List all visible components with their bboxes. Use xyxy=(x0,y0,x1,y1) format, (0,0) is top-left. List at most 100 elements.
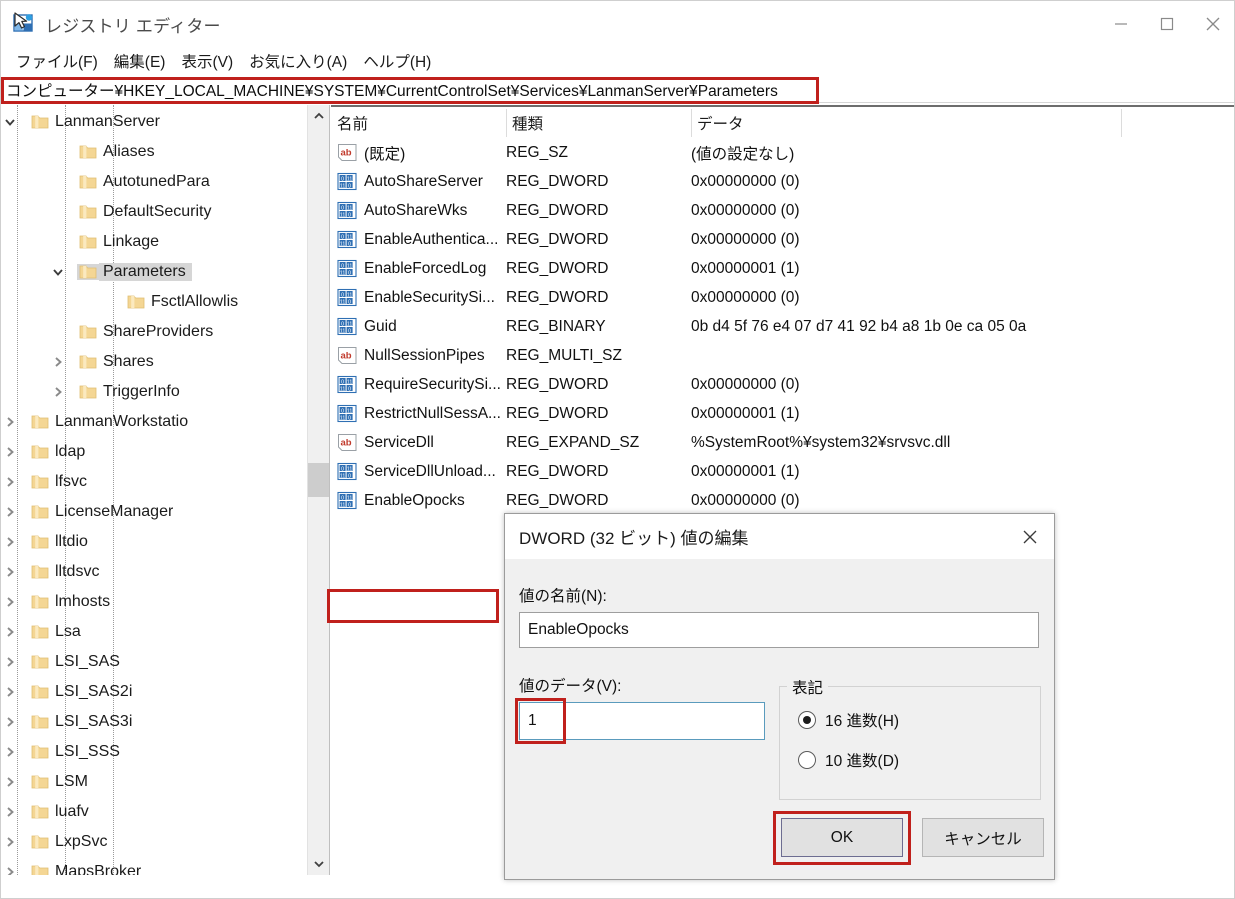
tree-node-defaultsecurity[interactable]: DefaultSecurity xyxy=(1,197,301,227)
cell-data: 0x00000000 (0) xyxy=(691,230,800,248)
chevron-right-icon[interactable] xyxy=(1,677,19,707)
tree-node-lsi_sas2i[interactable]: LSI_SAS2i xyxy=(1,677,301,707)
string-value-icon: ab xyxy=(337,143,358,162)
table-row[interactable]: 0 11 11 0 RequireSecuritySi... REG_DWORD 0x000… xyxy=(331,370,1234,399)
tree-node-lltdsvc[interactable]: lltdsvc xyxy=(1,557,301,587)
column-header-name[interactable]: 名前 xyxy=(331,107,506,139)
tree-node-shares[interactable]: Shares xyxy=(1,347,301,377)
menu-help[interactable]: ヘルプ(H) xyxy=(356,48,438,74)
table-row[interactable]: ab ServiceDll REG_EXPAND_SZ %SystemRoot%¥sy… xyxy=(331,428,1234,457)
table-row[interactable]: 0 11 11 0 EnableAuthentica... REG_DWORD 0x0000… xyxy=(331,225,1234,254)
svg-text:0: 0 xyxy=(348,270,351,276)
table-row[interactable]: 0 11 11 0 EnableOpocks REG_DWORD 0x00000000 (0… xyxy=(331,486,1234,515)
tree-node-label: Lsa xyxy=(55,623,81,640)
tree-node-lsi_sss[interactable]: LSI_SSS xyxy=(1,737,301,767)
value-data-input[interactable]: 1 xyxy=(519,702,765,740)
cancel-button[interactable]: キャンセル xyxy=(922,818,1044,857)
svg-text:0: 0 xyxy=(341,321,344,327)
menu-file[interactable]: ファイル(F) xyxy=(9,48,105,74)
chevron-right-icon[interactable] xyxy=(49,377,67,407)
close-button[interactable] xyxy=(1190,1,1234,46)
svg-text:11: 11 xyxy=(340,212,345,218)
minimize-button[interactable] xyxy=(1098,1,1144,46)
chevron-right-icon[interactable] xyxy=(1,437,19,467)
column-header-data[interactable]: データ xyxy=(691,107,1121,139)
menu-favorites[interactable]: お気に入り(A) xyxy=(242,48,354,74)
tree-node-lsi_sas[interactable]: LSI_SAS xyxy=(1,647,301,677)
svg-text:0: 0 xyxy=(348,328,351,334)
chevron-down-icon[interactable] xyxy=(308,853,329,875)
chevron-right-icon[interactable] xyxy=(1,497,19,527)
chevron-right-icon[interactable] xyxy=(1,527,19,557)
chevron-right-icon[interactable] xyxy=(1,857,19,875)
tree-node-linkage[interactable]: Linkage xyxy=(1,227,301,257)
chevron-right-icon[interactable] xyxy=(1,767,19,797)
table-row[interactable]: 0 11 11 0 AutoShareWks REG_DWORD 0x00000000 (0… xyxy=(331,196,1234,225)
table-row[interactable]: 0 11 11 0 EnableForcedLog REG_DWORD 0x00000001… xyxy=(331,254,1234,283)
maximize-button[interactable] xyxy=(1144,1,1190,46)
scrollbar-thumb[interactable] xyxy=(308,463,329,497)
tree-node-label: lfsvc xyxy=(55,473,87,490)
value-name-input[interactable]: EnableOpocks xyxy=(519,612,1039,648)
tree-node-mapsbroker[interactable]: MapsBroker xyxy=(1,857,301,875)
tree-node-licensemanager[interactable]: LicenseManager xyxy=(1,497,301,527)
window-controls xyxy=(1098,1,1234,46)
chevron-down-icon[interactable] xyxy=(49,257,67,287)
cell-data: %SystemRoot%¥system32¥srvsvc.dll xyxy=(691,433,951,451)
chevron-right-icon[interactable] xyxy=(1,467,19,497)
column-divider[interactable] xyxy=(1121,109,1122,137)
table-row[interactable]: ab (既定) REG_SZ (値の設定なし) xyxy=(331,138,1234,167)
value-name: NullSessionPipes xyxy=(364,346,485,364)
tree-node-label: ShareProviders xyxy=(103,323,214,340)
chevron-right-icon[interactable] xyxy=(1,797,19,827)
cell-type: REG_EXPAND_SZ xyxy=(506,433,640,451)
address-bar[interactable]: コンピューター¥HKEY_LOCAL_MACHINE¥SYSTEM¥Curren… xyxy=(1,77,1234,103)
tree-node-autotunedpara[interactable]: AutotunedPara xyxy=(1,167,301,197)
tree-vertical-scrollbar[interactable] xyxy=(307,105,329,875)
radio-hexadecimal[interactable]: 16 進数(H) xyxy=(798,709,899,731)
svg-text:0: 0 xyxy=(348,386,351,392)
table-row[interactable]: 0 11 11 0 RestrictNullSessA... REG_DWORD 0x000… xyxy=(331,399,1234,428)
tree-node-triggerinfo[interactable]: TriggerInfo xyxy=(1,377,301,407)
tree-node-lsm[interactable]: LSM xyxy=(1,767,301,797)
tree-node-lsi_sas3i[interactable]: LSI_SAS3i xyxy=(1,707,301,737)
tree-node-lanmanserver[interactable]: LanmanServer xyxy=(1,107,301,137)
value-name: ServiceDllUnload... xyxy=(364,462,496,480)
chevron-down-icon[interactable] xyxy=(1,107,19,137)
column-header-type[interactable]: 種類 xyxy=(506,107,691,139)
value-name: (既定) xyxy=(364,145,406,163)
table-row[interactable]: ab NullSessionPipes REG_MULTI_SZ xyxy=(331,341,1234,370)
tree-node-aliases[interactable]: Aliases xyxy=(1,137,301,167)
tree-node-shareproviders[interactable]: ShareProviders xyxy=(1,317,301,347)
table-row[interactable]: 0 11 11 0 AutoShareServer REG_DWORD 0x00000000… xyxy=(331,167,1234,196)
chevron-right-icon[interactable] xyxy=(1,647,19,677)
chevron-right-icon[interactable] xyxy=(1,827,19,857)
chevron-right-icon[interactable] xyxy=(1,737,19,767)
menu-edit[interactable]: 編集(E) xyxy=(107,48,173,74)
tree-node-ldap[interactable]: ldap xyxy=(1,437,301,467)
tree-node-lsa[interactable]: Lsa xyxy=(1,617,301,647)
chevron-right-icon[interactable] xyxy=(1,617,19,647)
tree-node-lmhosts[interactable]: lmhosts xyxy=(1,587,301,617)
chevron-up-icon[interactable] xyxy=(308,105,329,127)
tree-node-lltdio[interactable]: lltdio xyxy=(1,527,301,557)
tree-node-lxpsvc[interactable]: LxpSvc xyxy=(1,827,301,857)
tree-node-fsctlallowlis[interactable]: FsctlAllowlis xyxy=(1,287,301,317)
table-row[interactable]: 0 11 11 0 ServiceDllUnload... REG_DWORD 0x0000… xyxy=(331,457,1234,486)
table-row[interactable]: 0 11 11 0 EnableSecuritySi... REG_DWORD 0x0000… xyxy=(331,283,1234,312)
table-row[interactable]: 0 11 11 0 Guid REG_BINARY 0b d4 5f 76 e4 07 d7… xyxy=(331,312,1234,341)
tree-node-lfsvc[interactable]: lfsvc xyxy=(1,467,301,497)
chevron-right-icon[interactable] xyxy=(49,347,67,377)
chevron-right-icon[interactable] xyxy=(1,707,19,737)
close-icon[interactable] xyxy=(1008,514,1052,559)
chevron-right-icon[interactable] xyxy=(1,557,19,587)
chevron-right-icon[interactable] xyxy=(1,587,19,617)
tree-node-parameters[interactable]: Parameters xyxy=(1,257,301,287)
menu-view[interactable]: 表示(V) xyxy=(174,48,240,74)
radio-decimal[interactable]: 10 進数(D) xyxy=(798,749,899,771)
tree-node-lanmanworkstatio[interactable]: LanmanWorkstatio xyxy=(1,407,301,437)
registry-tree[interactable]: LanmanServer Aliases AutotunedPara DefaultS… xyxy=(1,105,301,875)
ok-button[interactable]: OK xyxy=(781,818,903,857)
tree-node-luafv[interactable]: luafv xyxy=(1,797,301,827)
chevron-right-icon[interactable] xyxy=(1,407,19,437)
